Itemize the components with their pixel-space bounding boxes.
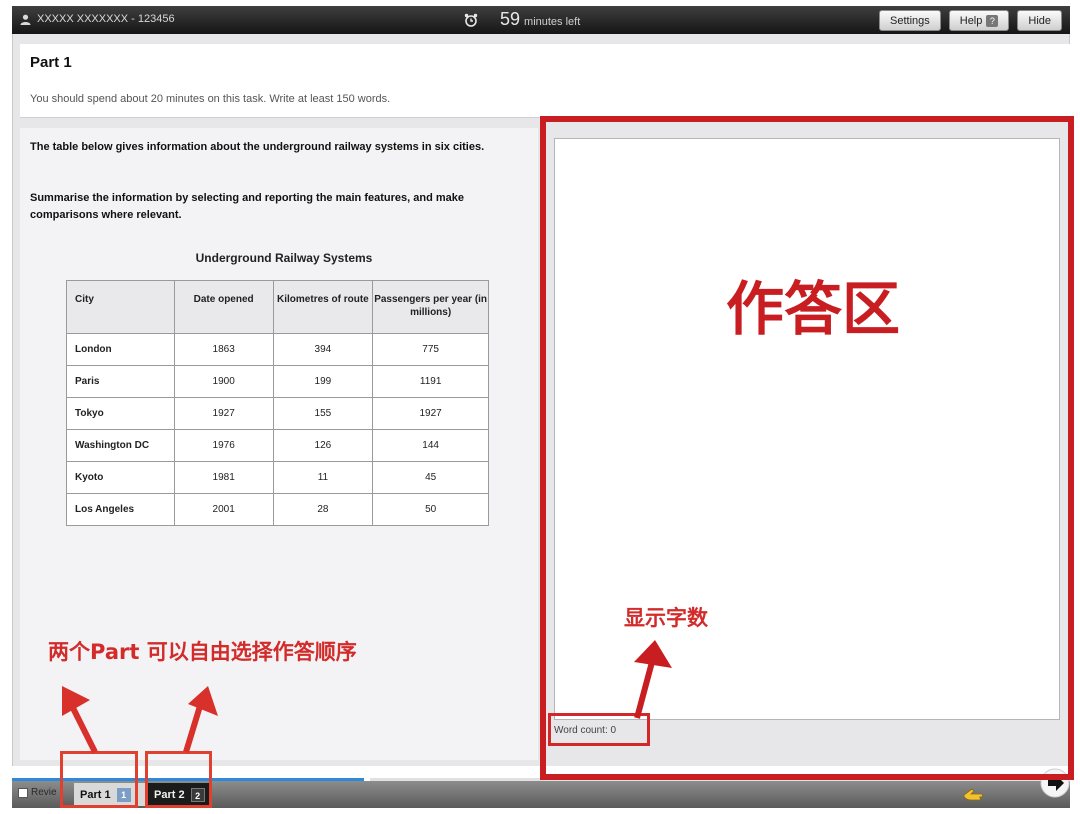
annotation-arrows: [62, 640, 672, 754]
arrow-up-icon: [634, 640, 672, 719]
arrow-up-icon: [183, 686, 218, 753]
arrow-up-icon: [62, 686, 98, 754]
